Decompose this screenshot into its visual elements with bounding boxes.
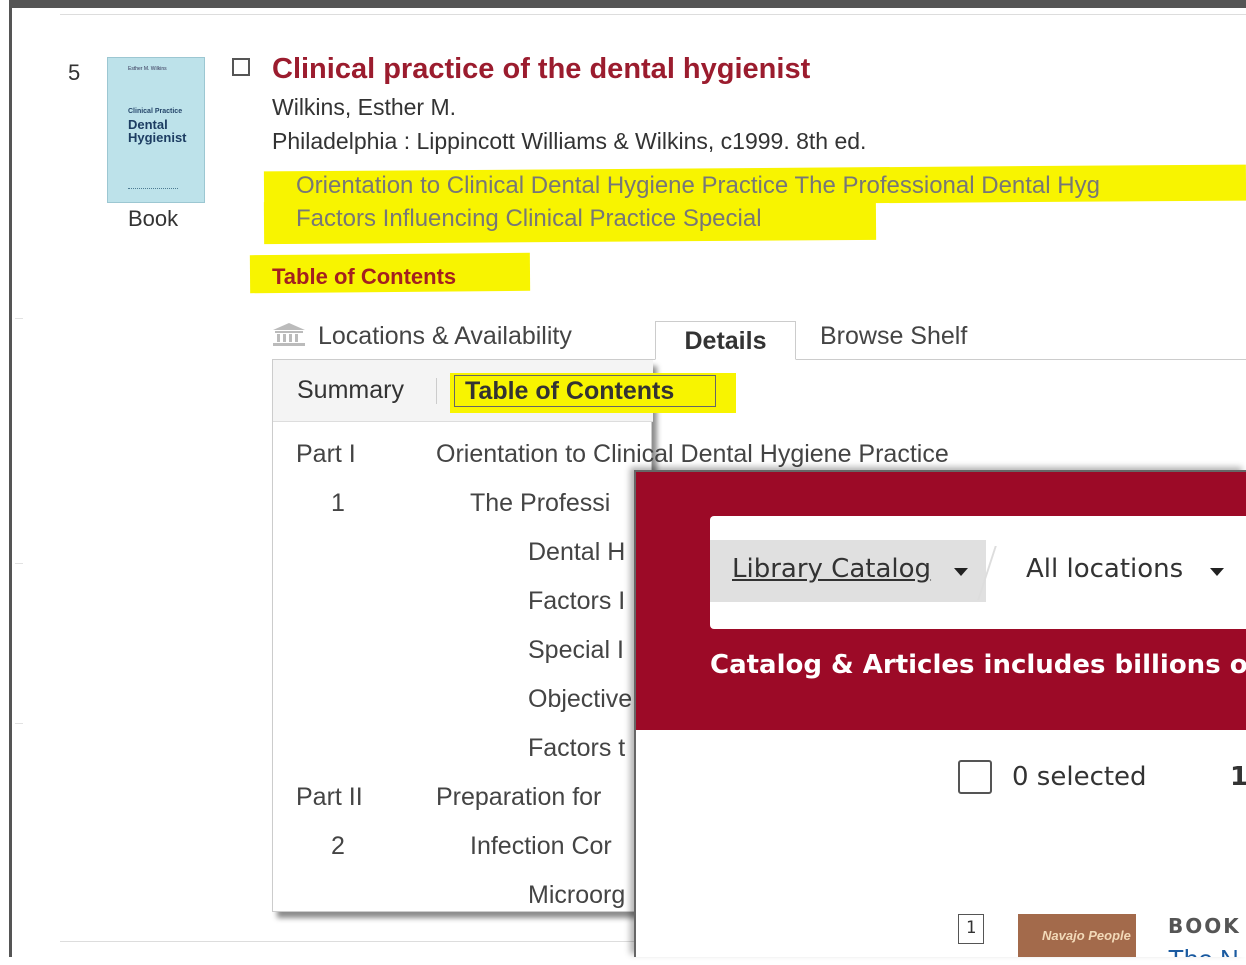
- toc-row-text: Microorg: [528, 881, 626, 909]
- toc-snippet-line-2: Factors Influencing Clinical Practice Sp…: [296, 205, 762, 232]
- toc-snippet-line-1: Orientation to Clinical Dental Hygiene P…: [296, 172, 1100, 199]
- result-author[interactable]: Wilkins, Esther M.: [272, 94, 456, 121]
- details-subnav: Summary Table of Contents: [273, 360, 736, 422]
- book-cover-image[interactable]: Esther M. Wilkins Clinical Practice Dent…: [107, 57, 205, 203]
- subnav-summary-link[interactable]: Summary: [297, 376, 404, 405]
- result-title-link[interactable]: The N: [1168, 944, 1239, 957]
- result-divider-top: [60, 14, 1246, 15]
- thumbnail-text: Navajo People: [1042, 928, 1131, 943]
- toc-row-label: 2: [331, 832, 345, 860]
- subnav-separator: [436, 378, 437, 404]
- results-count-fragment: 1: [1230, 762, 1246, 792]
- select-all-checkbox[interactable]: [958, 760, 992, 794]
- toc-row-label: 1: [331, 489, 345, 517]
- result-title-link[interactable]: Clinical practice of the dental hygienis…: [272, 53, 810, 86]
- toc-row-text: Dental H: [528, 538, 626, 566]
- scope-select[interactable]: Library Catalog: [710, 540, 986, 602]
- chevron-down-icon: [954, 568, 968, 576]
- scope-select-value: Library Catalog: [732, 554, 932, 584]
- toc-row-label: Part I: [296, 440, 356, 468]
- result-type: BOOK: [1168, 914, 1241, 938]
- selected-count: 0 selected: [1012, 762, 1147, 792]
- search-banner: Library Catalog All locations Catalog & …: [636, 472, 1246, 730]
- window-top-border: [0, 0, 1246, 8]
- toc-row-text: Preparation for: [436, 783, 602, 811]
- side-dividers: [15, 8, 23, 965]
- result-imprint: Philadelphia : Lippincott Williams & Wil…: [272, 128, 867, 154]
- tab-locations-availability[interactable]: Locations & Availability: [272, 322, 572, 353]
- toc-row-text: Objective: [528, 685, 633, 713]
- toc-row-text: Factors I: [528, 587, 626, 615]
- cover-ornament: [128, 188, 178, 193]
- toc-row-text: Infection Cor: [470, 832, 612, 860]
- cover-title-large: Dental Hygienist: [128, 117, 187, 145]
- table-of-contents-link[interactable]: Table of Contents: [272, 264, 456, 290]
- tab-browse-shelf[interactable]: Browse Shelf: [820, 322, 967, 351]
- tab-details[interactable]: Details: [655, 321, 796, 360]
- cover-title-small: Clinical Practice: [128, 108, 183, 115]
- library-building-icon: [272, 322, 306, 353]
- toc-row-text: Special I: [528, 636, 624, 664]
- tab-locations-label: Locations & Availability: [318, 322, 572, 351]
- toc-row-text: Factors t: [528, 734, 626, 762]
- window-left-border: [0, 0, 12, 957]
- select-result-checkbox[interactable]: [232, 58, 250, 76]
- result-thumbnail[interactable]: Navajo People: [1018, 914, 1136, 957]
- format-label: Book: [128, 206, 179, 231]
- location-select-value: All locations: [1026, 554, 1184, 584]
- toc-row-text: The Professi: [470, 489, 611, 517]
- result-divider-bottom: [60, 941, 640, 942]
- toc-row-text: Orientation to Clinical Dental Hygiene P…: [436, 440, 949, 468]
- search-box: Library Catalog All locations: [710, 516, 1246, 629]
- result-number: 5: [68, 60, 81, 85]
- result-index: 1: [958, 914, 984, 944]
- chevron-down-icon: [1210, 568, 1224, 576]
- cover-author: Esther M. Wilkins: [128, 66, 167, 72]
- search-tagline: Catalog & Articles includes billions of: [710, 650, 1246, 680]
- toc-row-label: Part II: [296, 783, 363, 811]
- new-catalog-overlay: Library Catalog All locations Catalog & …: [634, 470, 1246, 957]
- subnav-toc-tab[interactable]: Table of Contents: [454, 375, 716, 407]
